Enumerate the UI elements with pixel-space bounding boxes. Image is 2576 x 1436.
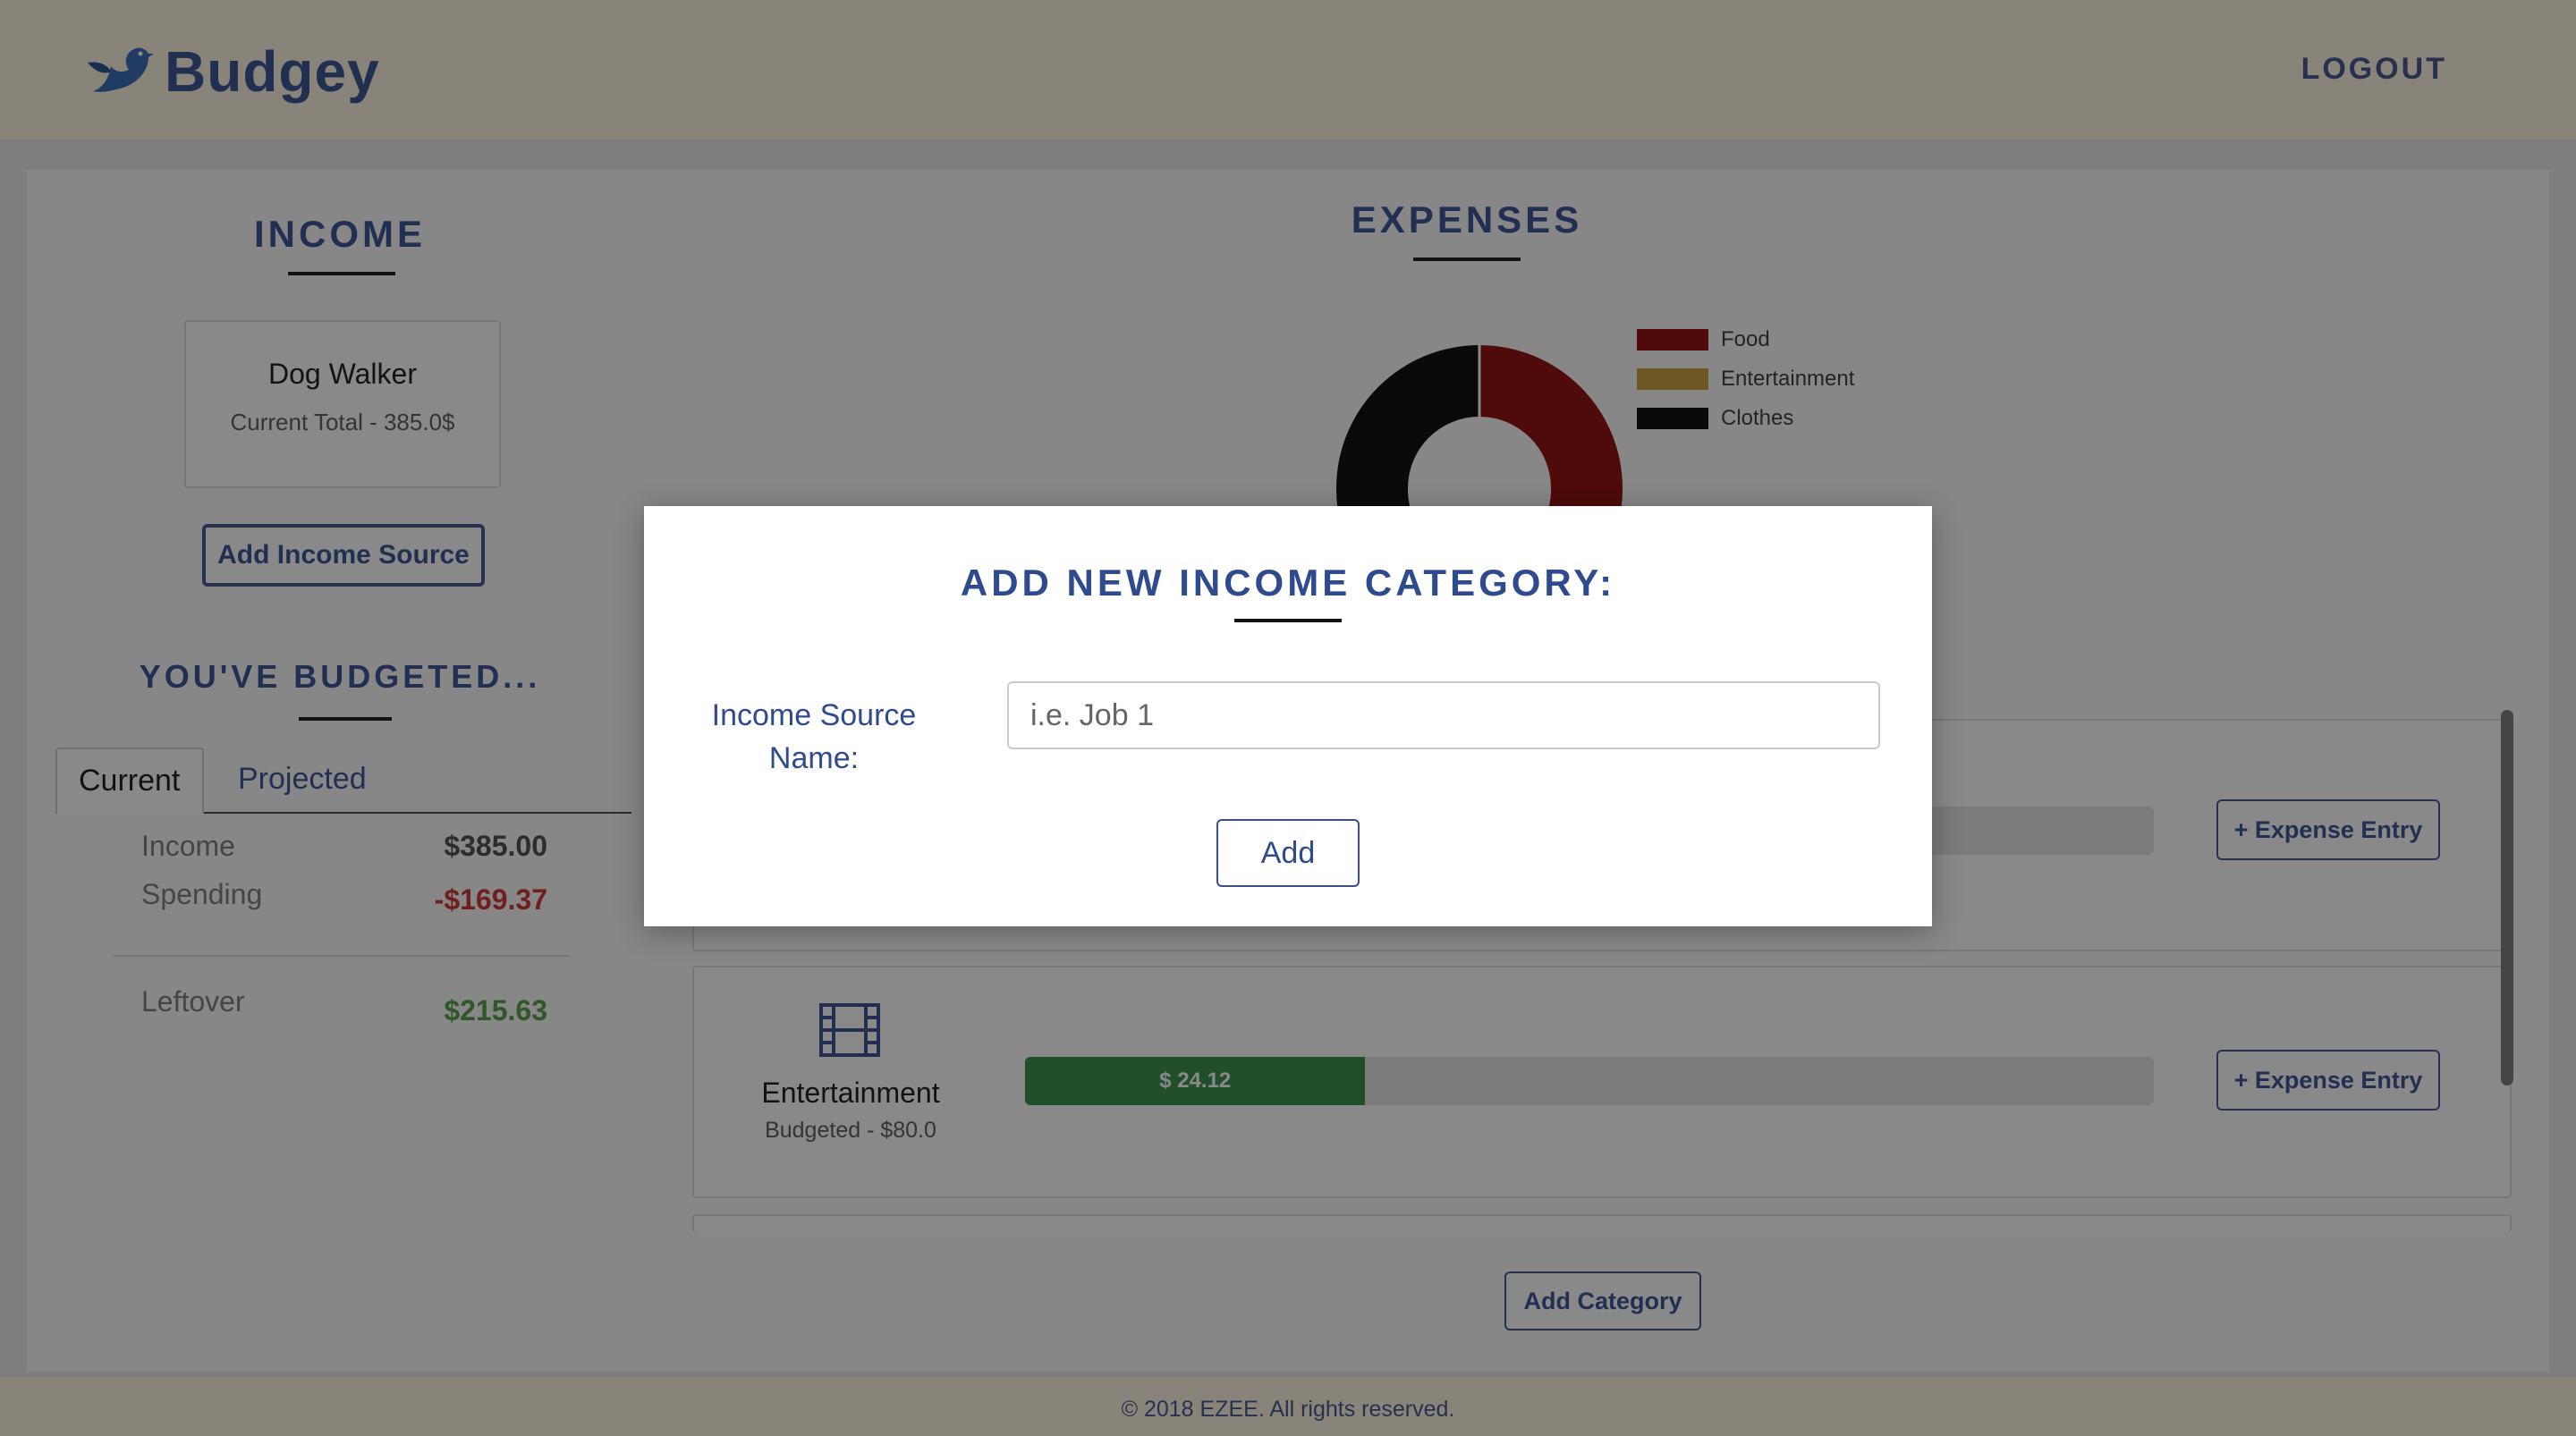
income-source-name-input[interactable] — [1007, 681, 1880, 749]
add-income-category-modal: ADD NEW INCOME CATEGORY: Income Source N… — [644, 506, 1932, 926]
modal-add-button[interactable]: Add — [1216, 819, 1360, 887]
modal-title: ADD NEW INCOME CATEGORY: — [960, 562, 1616, 604]
modal-title-underline — [1234, 619, 1342, 622]
income-source-name-label: Income Source Name: — [711, 698, 917, 775]
